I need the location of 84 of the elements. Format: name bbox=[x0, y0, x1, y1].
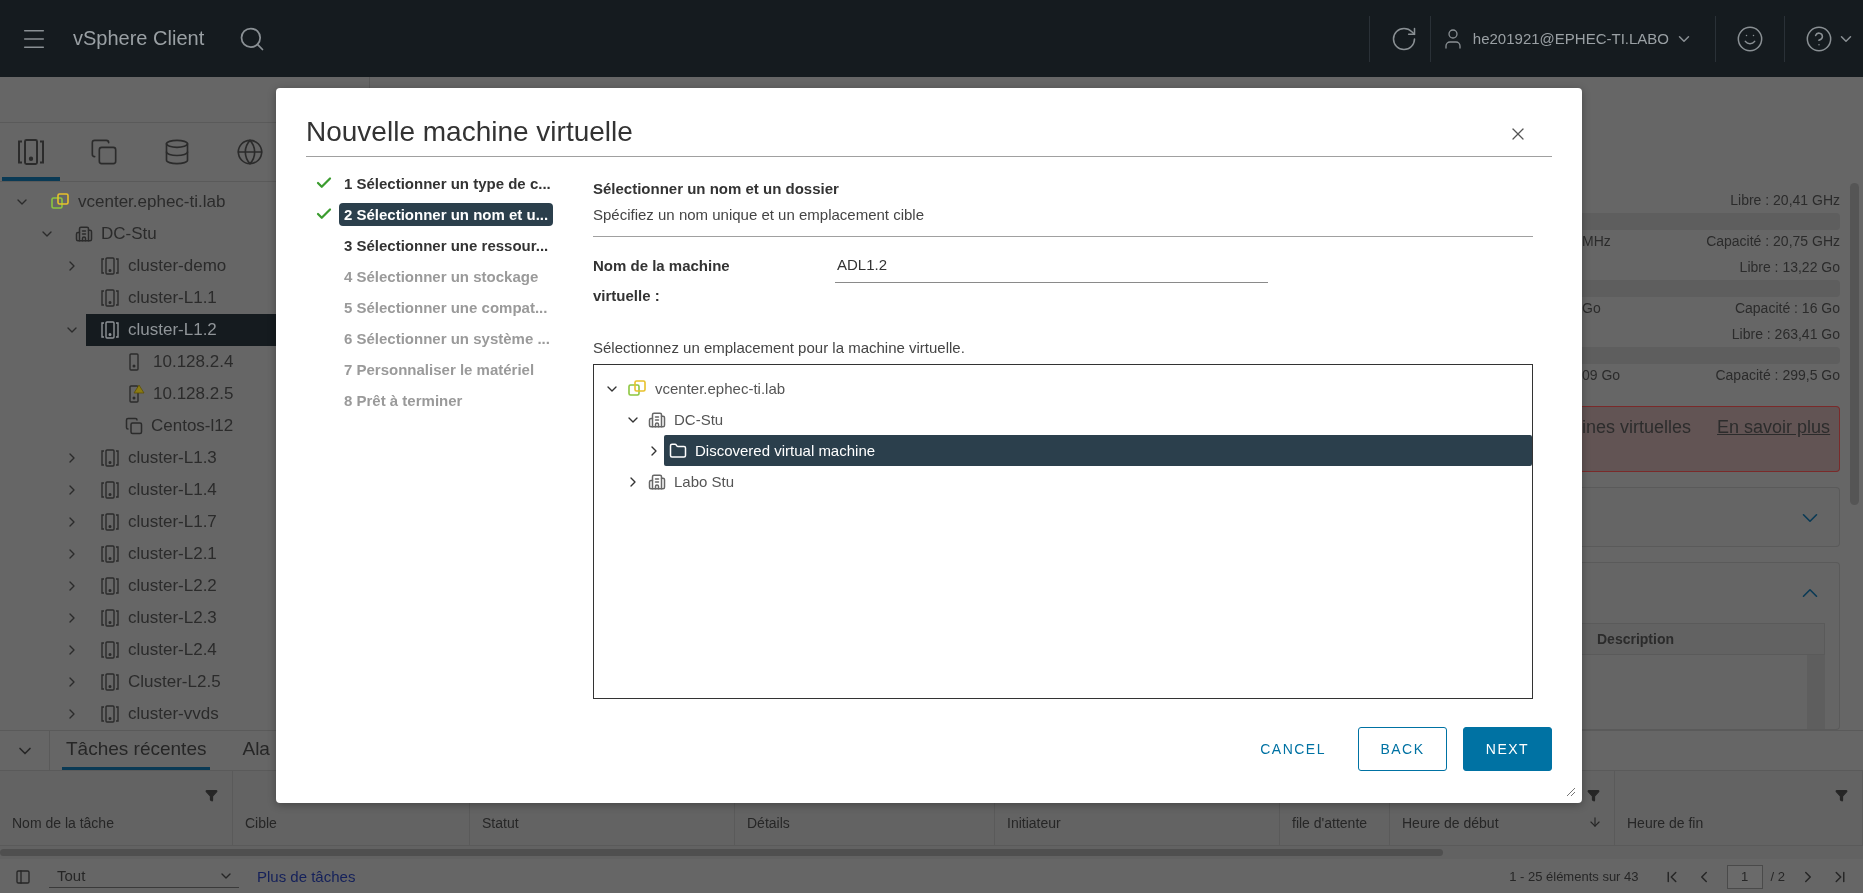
filter-icon[interactable] bbox=[1587, 789, 1600, 802]
dialog-button[interactable]: BACK bbox=[1358, 727, 1447, 771]
filter-icon[interactable] bbox=[205, 789, 218, 802]
tree-item[interactable]: Discovered virtual machine bbox=[664, 435, 1532, 466]
vms-icon bbox=[90, 138, 118, 166]
tree-item[interactable]: vcenter.ephec-ti.lab bbox=[622, 373, 1532, 404]
network-icon bbox=[236, 138, 264, 166]
free-label: Libre : 20,41 GHz bbox=[1730, 192, 1840, 208]
page-count: / 2 bbox=[1770, 869, 1785, 884]
column-title: file d'attente bbox=[1292, 815, 1368, 831]
dialog-button[interactable]: NEXT bbox=[1463, 727, 1552, 771]
column-title: Détails bbox=[747, 815, 790, 831]
wizard-step[interactable]: 1 Sélectionner un type de c... bbox=[339, 171, 556, 195]
more-tasks-link[interactable]: Plus de tâches bbox=[257, 868, 356, 885]
tree-item[interactable]: cluster-L2.3 bbox=[86, 602, 369, 634]
tree-item[interactable]: cluster-vvds bbox=[86, 698, 369, 730]
cluster-icon bbox=[100, 256, 120, 276]
tree-item[interactable]: cluster-L2.4 bbox=[86, 634, 369, 666]
building-icon bbox=[648, 410, 666, 429]
tree-item[interactable]: cluster-L1.3 bbox=[86, 442, 369, 474]
column-title: Heure de fin bbox=[1627, 815, 1704, 831]
column-title: Heure de début bbox=[1402, 815, 1499, 831]
used-label: Go bbox=[1582, 300, 1601, 316]
user-menu[interactable]: he201921@EPHEC-TI.LABO bbox=[1472, 30, 1669, 47]
cluster-icon bbox=[100, 544, 120, 564]
app-title: vSphere Client bbox=[73, 27, 205, 50]
tree-item[interactable]: cluster-L2.1 bbox=[86, 538, 369, 570]
cluster-icon bbox=[100, 576, 120, 596]
vcenter-icon bbox=[627, 378, 647, 399]
tree-item[interactable]: DC-Stu bbox=[643, 404, 1532, 435]
help-icon[interactable] bbox=[1805, 24, 1833, 53]
cluster-icon bbox=[100, 512, 120, 532]
capacity-label: Capacité : 299,5 Go bbox=[1715, 367, 1840, 383]
field-label: Nom de la machine virtuelle : bbox=[593, 256, 731, 306]
filter-dropdown[interactable]: Tout bbox=[49, 865, 239, 888]
tree-item[interactable]: Centos-l12 bbox=[111, 410, 369, 442]
location-label: Sélectionnez un emplacement pour la machine virtuelle. bbox=[593, 338, 966, 358]
cluster-icon bbox=[100, 320, 120, 340]
filter-icon[interactable] bbox=[1835, 789, 1848, 802]
capacity-label: Capacité : 16 Go bbox=[1734, 300, 1840, 316]
panel-toggle-icon[interactable] bbox=[15, 868, 31, 885]
building-icon bbox=[75, 225, 93, 243]
free-label: Libre : 263,41 Go bbox=[1731, 326, 1840, 342]
page-input[interactable]: 1 bbox=[1726, 864, 1763, 889]
cluster-icon bbox=[100, 480, 120, 500]
column-header[interactable]: Heure de fin bbox=[1615, 771, 1863, 845]
cluster-icon bbox=[100, 640, 120, 660]
free-label: Libre : 13,22 Go bbox=[1739, 259, 1840, 275]
column-title: Statut bbox=[482, 815, 519, 831]
section-heading: Sélectionner un nom et un dossier bbox=[593, 179, 840, 199]
pagination-range: 1 - 25 éléments sur 43 bbox=[1509, 869, 1639, 884]
cluster-icon bbox=[100, 448, 120, 468]
tree-item[interactable]: cluster-L1.7 bbox=[86, 506, 369, 538]
wizard-step[interactable]: 3 Sélectionner une ressour... bbox=[339, 233, 554, 257]
wizard-step[interactable]: 2 Sélectionner un nom et u... bbox=[339, 202, 554, 226]
cluster-icon bbox=[100, 704, 120, 724]
folder-icon bbox=[669, 441, 687, 460]
storage-icon bbox=[163, 138, 191, 166]
dialog-title: Nouvelle machine virtuelle bbox=[306, 116, 633, 148]
tree-item[interactable]: Cluster-L2.5 bbox=[86, 666, 369, 698]
cluster-icon bbox=[100, 288, 120, 308]
sort-arrow-icon[interactable] bbox=[1588, 815, 1602, 829]
section-description: Spécifiez un nom unique et un emplacement cible bbox=[593, 205, 1533, 237]
tree-item[interactable]: cluster-L2.2 bbox=[86, 570, 369, 602]
vm-icon bbox=[125, 417, 143, 435]
column-title: Nom de la tâche bbox=[12, 815, 114, 831]
smiley-icon[interactable] bbox=[1736, 24, 1764, 53]
used-label: MHz bbox=[1582, 233, 1611, 249]
cluster-icon bbox=[100, 672, 120, 692]
column-header[interactable]: Nom de la tâche bbox=[0, 771, 233, 845]
vcenter-icon bbox=[50, 192, 70, 212]
tree-item[interactable]: Labo Stu bbox=[643, 466, 1532, 497]
column-header: Description bbox=[1582, 624, 1825, 655]
hosts-icon bbox=[16, 137, 46, 167]
building-icon bbox=[648, 472, 666, 491]
cluster-icon bbox=[100, 608, 120, 628]
dialog-button[interactable]: CANCEL bbox=[1244, 727, 1342, 771]
resize-grip-icon[interactable] bbox=[1566, 787, 1576, 797]
capacity-label: Capacité : 20,75 GHz bbox=[1706, 233, 1840, 249]
panel-tab[interactable]: Ala bbox=[238, 731, 274, 770]
tree-item[interactable]: cluster-L1.4 bbox=[86, 474, 369, 506]
column-title: Initiateur bbox=[1007, 815, 1061, 831]
column-title: Cible bbox=[245, 815, 277, 831]
used-label: 09 Go bbox=[1582, 367, 1621, 383]
